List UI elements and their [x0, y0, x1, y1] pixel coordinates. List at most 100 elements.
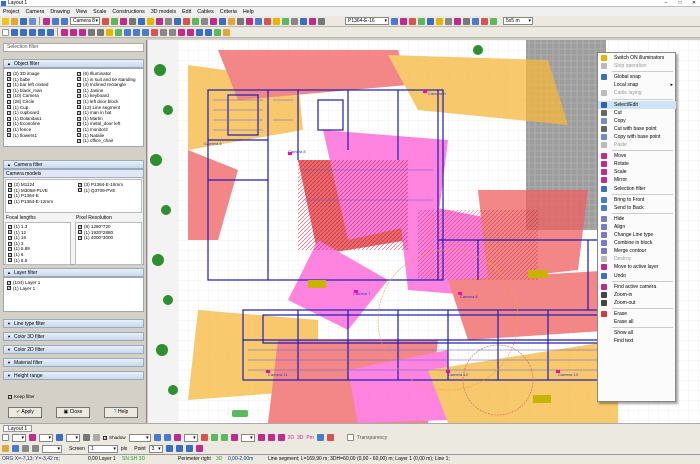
menu-item-cut-with-base-point[interactable]: Cut with base point: [598, 125, 676, 133]
color-swatch-icon[interactable]: [2, 434, 9, 441]
line-type-filter-header[interactable]: ▼ Line type filter: [3, 319, 144, 328]
window-draw-icon[interactable]: [70, 28, 77, 36]
menu-item-move-to-active-layer[interactable]: Move to active layer: [598, 263, 676, 271]
rectangle-icon[interactable]: [29, 28, 36, 36]
hatch-icon[interactable]: [463, 17, 470, 25]
tree-icon[interactable]: [192, 17, 199, 25]
transparency-checkbox[interactable]: [346, 434, 354, 441]
pin-icon[interactable]: [454, 17, 461, 25]
line-icon[interactable]: [11, 28, 18, 36]
star-icon[interactable]: [436, 17, 443, 25]
menu-item-erase[interactable]: Erase: [598, 310, 676, 318]
fill-color-select[interactable]: [39, 433, 53, 442]
camera-select[interactable]: Camera 8: [70, 17, 100, 25]
menu-scale[interactable]: Scale: [93, 9, 106, 15]
menu-item-undo[interactable]: Undo: [598, 272, 676, 280]
color-2d-filter-header[interactable]: ▼ Color 2D filter: [3, 345, 144, 354]
circle-icon[interactable]: [38, 28, 45, 36]
wall-icon[interactable]: [201, 17, 208, 25]
wall-draw-icon[interactable]: [61, 28, 68, 36]
video-icon[interactable]: [309, 17, 316, 25]
menu-item-paste[interactable]: Paste: [598, 141, 676, 149]
lens-select[interactable]: P1364-E-16: [345, 17, 389, 25]
cable-icon[interactable]: [246, 17, 253, 25]
front-icon[interactable]: [196, 28, 203, 36]
filter-checkbox[interactable]: (1) flowers1: [7, 132, 49, 139]
menu-item-bring-to-front[interactable]: Bring to Front: [598, 196, 676, 204]
minimize-button[interactable]: –: [662, 0, 670, 7]
menu-item-zoom-in[interactable]: Zoom-in: [598, 291, 676, 299]
pixels-icon[interactable]: [273, 17, 280, 25]
view-icon[interactable]: [111, 17, 118, 25]
maximize-button[interactable]: □: [676, 0, 684, 7]
menu-item-local-snap[interactable]: Local snap ▸: [598, 81, 676, 89]
menu-3d-models[interactable]: 3D models: [151, 9, 176, 15]
menu-item-move[interactable]: Move: [598, 152, 676, 160]
snap-toggle-icon[interactable]: [2, 445, 9, 452]
cone-icon[interactable]: [120, 17, 127, 25]
menu-item-selection-filter[interactable]: Selection filter: [598, 185, 676, 193]
point-style-icon[interactable]: [165, 445, 173, 452]
cable-type-icon[interactable]: [230, 434, 238, 441]
grid-icon[interactable]: [138, 17, 145, 25]
mode-2d-button[interactable]: 2D: [288, 435, 294, 441]
tab-layout-1[interactable]: Layout 1: [3, 425, 33, 432]
menu-item-combine-in-block[interactable]: Combine in block: [598, 239, 676, 247]
menu-item-find-text[interactable]: Find text: [598, 337, 676, 345]
menu-item-find-active-camera[interactable]: Find active camera: [598, 283, 676, 291]
end-style-icon[interactable]: [185, 445, 193, 452]
menu-item-copy[interactable]: Copy: [598, 117, 676, 125]
erase-icon[interactable]: [151, 28, 158, 36]
scale-select[interactable]: 5x5 m: [503, 17, 533, 25]
menu-cables[interactable]: Cables: [197, 9, 214, 15]
menu-item-global-snap[interactable]: Global snap: [598, 73, 676, 81]
filter-checkbox[interactable]: (1) 4000*3000: [78, 235, 113, 241]
area-icon[interactable]: [282, 17, 289, 25]
grid-snap-icon[interactable]: [12, 445, 19, 452]
line-width-icon[interactable]: [56, 434, 63, 441]
apply-button[interactable]: ✔ Apply: [8, 407, 42, 418]
font-icon[interactable]: [173, 434, 181, 441]
window-icon[interactable]: [219, 17, 226, 25]
polyline-icon[interactable]: [20, 28, 27, 36]
material-filter-header[interactable]: ▼ Material filter: [3, 358, 144, 367]
filter-checkbox[interactable]: (1) 6.5: [8, 257, 30, 264]
mirror-icon[interactable]: [300, 17, 307, 25]
plane-icon[interactable]: [472, 17, 479, 25]
zoom-icon[interactable]: [129, 17, 136, 25]
point-size-input[interactable]: 3: [148, 444, 163, 453]
cable-select[interactable]: [240, 433, 255, 442]
person-icon[interactable]: [156, 17, 163, 25]
layer-filter-header[interactable]: ▲ Layer filter: [3, 268, 144, 277]
door-draw-icon[interactable]: [79, 28, 86, 36]
model-icon[interactable]: [264, 17, 271, 25]
alarm-icon[interactable]: [481, 17, 488, 25]
save-icon[interactable]: [20, 17, 27, 25]
menu-item-stop-operation[interactable]: Stop operation: [598, 62, 676, 70]
menu-criteria[interactable]: Criteria: [220, 9, 237, 15]
settings-icon[interactable]: [318, 17, 325, 25]
menu-project[interactable]: Project: [3, 9, 20, 15]
menu-constructions[interactable]: Constructions: [112, 9, 144, 15]
align-icon[interactable]: [178, 28, 185, 36]
mode-pm-button[interactable]: Pm: [306, 435, 314, 441]
box-icon[interactable]: [427, 17, 434, 25]
lock-icon[interactable]: [445, 17, 452, 25]
dimension-icon[interactable]: [88, 28, 95, 36]
angle-icon[interactable]: [277, 434, 285, 441]
menu-item-send-to-back[interactable]: Send to Back: [598, 204, 676, 212]
resolution-icon[interactable]: [210, 17, 217, 25]
zoom-all-icon[interactable]: [142, 28, 149, 36]
arrow-icon[interactable]: [391, 17, 398, 25]
keep-filter-checkbox[interactable]: Keep filter: [8, 394, 35, 400]
polar-icon[interactable]: [32, 445, 39, 452]
line-width-select[interactable]: [66, 433, 80, 442]
menu-item-show-all[interactable]: Show all: [598, 329, 676, 337]
report-icon[interactable]: [255, 17, 262, 25]
filter-checkbox[interactable]: (1) office_chair: [77, 138, 136, 144]
mode-3d-button[interactable]: 3D: [297, 435, 303, 441]
copy-icon[interactable]: [160, 28, 167, 36]
select-arrow-icon[interactable]: [2, 28, 9, 36]
menu-item-cable-laying[interactable]: Cable laying: [598, 89, 676, 97]
snap-icon[interactable]: [106, 28, 113, 36]
